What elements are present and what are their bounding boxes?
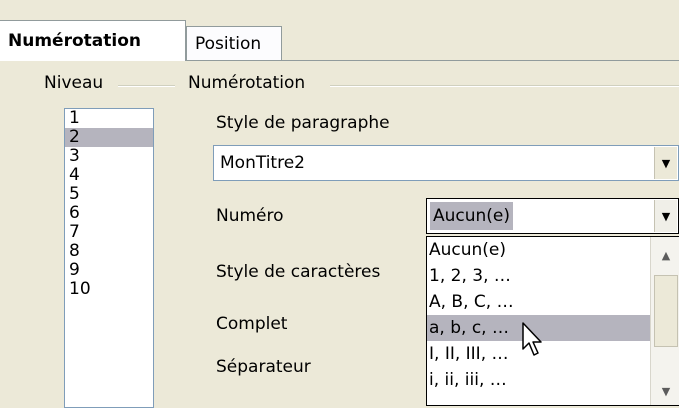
level-item[interactable]: 5 (65, 185, 153, 204)
mouse-pointer-icon (522, 322, 542, 356)
level-item[interactable]: 9 (65, 261, 153, 280)
numbering-group-separator (330, 85, 679, 87)
level-item-selected[interactable]: 2 (65, 128, 153, 147)
level-item[interactable]: 10 (65, 280, 153, 299)
tab-position-label: Position (195, 34, 262, 54)
level-group-title: Niveau (40, 73, 108, 93)
dropdown-option[interactable]: A, B, C, … (427, 289, 679, 315)
dropdown-option[interactable]: I, II, III, … (427, 341, 679, 367)
dropdown-option[interactable]: i, ii, iii, … (427, 367, 679, 393)
tab-numerotation[interactable]: Numérotation (0, 20, 186, 61)
char-style-label: Style de caractères (216, 262, 381, 282)
arrow-down-icon: ▼ (661, 384, 671, 398)
paragraph-style-combo[interactable]: MonTitre2 ▼ (213, 145, 679, 181)
scroll-up-button[interactable]: ▲ (653, 243, 679, 267)
dropdown-option-highlighted[interactable]: a, b, c, … (427, 315, 679, 341)
number-value: Aucun(e) (430, 202, 514, 230)
level-item[interactable]: 8 (65, 242, 153, 261)
dropdown-option[interactable]: 1, 2, 3, … (427, 263, 679, 289)
level-list[interactable]: 1 2 3 4 5 6 7 8 9 10 (64, 108, 154, 408)
numbering-group-title: Numérotation (184, 73, 310, 93)
separator-label: Séparateur (216, 357, 311, 377)
paragraph-style-label: Style de paragraphe (216, 113, 390, 133)
arrow-up-icon: ▲ (661, 248, 671, 262)
tab-position[interactable]: Position (186, 26, 282, 60)
level-item[interactable]: 4 (65, 166, 153, 185)
level-group-separator (118, 85, 175, 87)
level-item[interactable]: 1 (65, 109, 153, 128)
number-dropdown-button[interactable]: ▼ (654, 200, 677, 232)
scroll-thumb[interactable] (654, 275, 678, 347)
level-item[interactable]: 3 (65, 147, 153, 166)
level-item[interactable]: 7 (65, 223, 153, 242)
dropdown-option[interactable]: Aucun(e) (427, 237, 679, 263)
scroll-down-button[interactable]: ▼ (653, 379, 679, 403)
chevron-down-icon: ▼ (661, 156, 671, 170)
paragraph-style-value: MonTitre2 (220, 153, 305, 173)
dropdown-scrollbar[interactable]: ▲ ▼ (650, 237, 679, 405)
number-label: Numéro (216, 206, 284, 226)
chevron-down-icon: ▼ (661, 209, 671, 223)
tab-numerotation-label: Numérotation (8, 31, 141, 51)
number-dropdown-list[interactable]: Aucun(e) 1, 2, 3, … A, B, C, … a, b, c, … (426, 236, 679, 406)
complete-label: Complet (216, 314, 288, 334)
level-item[interactable]: 6 (65, 204, 153, 223)
number-combo[interactable]: Aucun(e) ▼ (426, 198, 679, 234)
paragraph-style-dropdown-button[interactable]: ▼ (654, 147, 677, 179)
